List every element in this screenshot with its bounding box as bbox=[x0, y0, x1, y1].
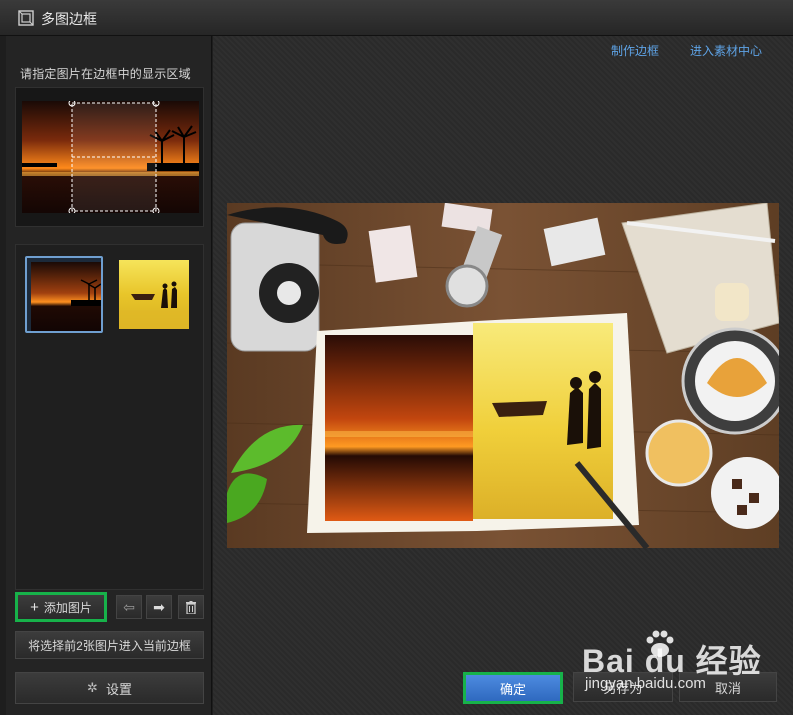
material-center-link[interactable]: 进入素材中心 bbox=[690, 42, 762, 59]
save-as-button[interactable]: 另存为 bbox=[573, 672, 673, 702]
add-image-button[interactable]: + 添加图片 bbox=[15, 592, 107, 622]
cancel-label: 取消 bbox=[714, 680, 741, 696]
gear-icon: ✲ bbox=[87, 680, 98, 695]
title-bar: 多图边框 bbox=[0, 0, 793, 36]
add-image-label: 添加图片 bbox=[43, 600, 92, 615]
window-title: 多图边框 bbox=[41, 11, 97, 27]
sunset-preview-image bbox=[22, 101, 199, 213]
settings-label: 设置 bbox=[105, 681, 132, 697]
thumbnail-sunset[interactable] bbox=[25, 256, 103, 333]
apply-to-frame-button[interactable]: 将选择前2张图片进入当前边框 bbox=[15, 631, 204, 659]
frame-icon bbox=[18, 10, 34, 26]
settings-button[interactable]: ✲ 设置 bbox=[15, 672, 204, 704]
image-thumbnail-list bbox=[15, 244, 204, 590]
cancel-button[interactable]: 取消 bbox=[679, 672, 777, 702]
thumbnail-beach[interactable] bbox=[115, 256, 193, 333]
frame-composite-image bbox=[227, 203, 779, 548]
make-frame-link[interactable]: 制作边框 bbox=[611, 42, 659, 59]
trash-icon bbox=[186, 600, 196, 614]
sunset-thumbnail-image bbox=[31, 262, 101, 331]
confirm-label: 确定 bbox=[499, 681, 526, 697]
move-left-button[interactable]: ⇦ bbox=[116, 595, 142, 619]
left-panel: 请指定图片在边框中的显示区域 + 添加图片 ⇦ ➡ 将选择前2张图片进入当前边框… bbox=[6, 36, 212, 715]
confirm-button[interactable]: 确定 bbox=[463, 672, 563, 704]
save-as-label: 另存为 bbox=[603, 680, 643, 696]
move-right-button[interactable]: ➡ bbox=[146, 595, 172, 619]
apply-to-frame-label: 将选择前2张图片进入当前边框 bbox=[28, 638, 191, 653]
frame-preview-image bbox=[227, 203, 779, 548]
crop-area-preview[interactable] bbox=[15, 87, 204, 227]
arrow-right-icon: ➡ bbox=[153, 598, 165, 615]
display-area-hint: 请指定图片在边框中的显示区域 bbox=[20, 67, 191, 81]
beach-thumbnail-image bbox=[119, 260, 189, 329]
delete-image-button[interactable] bbox=[178, 595, 204, 619]
main-preview-area: 制作边框 进入素材中心 确定 另存为 取消 bbox=[213, 36, 793, 715]
plus-icon: + bbox=[30, 598, 39, 616]
image-toolbar: + 添加图片 ⇦ ➡ bbox=[15, 592, 204, 622]
arrow-left-icon: ⇦ bbox=[123, 598, 135, 615]
